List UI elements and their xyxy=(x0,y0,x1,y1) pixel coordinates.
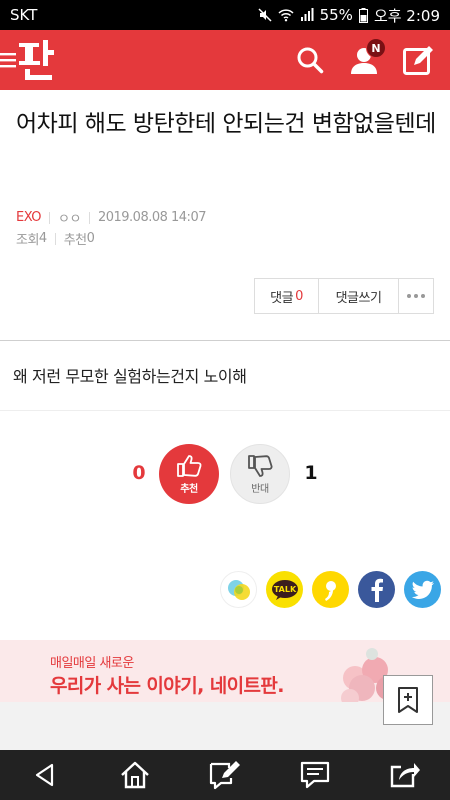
back-button[interactable] xyxy=(20,750,70,800)
downvote-count: 1 xyxy=(304,462,318,484)
recommend-label: 추천 xyxy=(63,233,87,248)
edit-icon xyxy=(209,761,240,790)
content-divider xyxy=(0,410,450,411)
battery-icon xyxy=(358,7,368,23)
top-app-bar: N xyxy=(0,30,450,90)
banner-title: 우리가 사는 이야기, 네이트판. xyxy=(50,675,284,697)
meta-separator xyxy=(88,211,90,224)
comments-button[interactable]: 댓글 0 xyxy=(255,279,319,313)
upvote-label: 추천 xyxy=(180,483,198,495)
recommend-count: 0 xyxy=(86,231,95,246)
write-comment-button[interactable]: 댓글쓰기 xyxy=(319,279,399,313)
facebook-icon xyxy=(371,578,383,602)
home-logo[interactable] xyxy=(0,30,58,90)
comments-label: 댓글 xyxy=(270,290,294,306)
kakaotalk-label: TALK xyxy=(273,585,296,594)
clock: 오후 2:09 xyxy=(373,6,440,25)
share-kakaotalk-button[interactable]: TALK xyxy=(266,571,303,608)
write-button[interactable] xyxy=(400,42,436,78)
mute-icon xyxy=(258,8,272,22)
home-icon xyxy=(121,761,149,789)
post-meta: EXO ㅇㅇ 2019.08.08 14:07 xyxy=(16,208,206,227)
home-button[interactable] xyxy=(110,750,160,800)
carrier: SKT xyxy=(10,6,38,24)
views-count: 4 xyxy=(38,231,47,246)
post-date: 2019.08.08 14:07 xyxy=(97,210,207,225)
top-actions: N xyxy=(292,38,442,78)
share-icon xyxy=(390,763,420,788)
bookmark-button[interactable] xyxy=(383,675,433,725)
views-label: 조회 xyxy=(16,233,39,248)
share-buttons: TALK xyxy=(220,571,441,608)
status-indicators: 55% 오후 2:09 xyxy=(258,5,440,26)
menu-icon[interactable] xyxy=(0,50,16,70)
bookmark-add-icon xyxy=(398,687,418,713)
downvote-label: 반대 xyxy=(251,483,269,495)
meta-separator xyxy=(49,211,51,224)
bottom-nav xyxy=(0,750,450,800)
post-stats: 조회 4 추천 0 xyxy=(16,229,95,248)
downvote-button[interactable]: 반대 xyxy=(230,444,290,504)
search-button[interactable] xyxy=(292,42,328,78)
content-divider xyxy=(0,340,450,341)
upvote-count: 0 xyxy=(132,462,146,484)
share-facebook-button[interactable] xyxy=(358,571,395,608)
share-twitter-button[interactable] xyxy=(404,571,441,608)
kakaotalk-icon: TALK xyxy=(271,579,298,600)
comments-nav-button[interactable] xyxy=(290,750,340,800)
comment-icon xyxy=(300,761,330,789)
twitter-icon xyxy=(411,580,434,599)
banner-subtitle: 매일매일 새로운 xyxy=(50,656,134,671)
wifi-icon xyxy=(278,9,294,22)
kakaostory-icon xyxy=(324,580,336,601)
thumbs-up-icon xyxy=(177,454,202,477)
category-link[interactable]: EXO xyxy=(16,210,42,225)
write-icon xyxy=(403,46,433,75)
comment-toolbar: 댓글 0 댓글쓰기 xyxy=(254,278,434,314)
post-title: 어차피 해도 방탄한테 안되는건 변함없을텐데 xyxy=(16,111,436,137)
nav-write-button[interactable] xyxy=(200,750,250,800)
signal-icon xyxy=(300,8,314,21)
notification-badge: N xyxy=(366,38,386,58)
comments-count: 0 xyxy=(295,288,303,304)
upvote-button[interactable]: 추천 xyxy=(159,444,219,504)
author-name: ㅇㅇ xyxy=(58,212,81,227)
my-page-button[interactable]: N xyxy=(346,38,386,78)
search-icon xyxy=(297,47,324,74)
thumbs-down-icon xyxy=(248,454,273,477)
battery-percent: 55% xyxy=(319,6,353,24)
back-icon xyxy=(35,763,54,787)
more-dots-icon xyxy=(407,294,425,298)
share-nav-button[interactable] xyxy=(380,750,430,800)
more-options-button[interactable] xyxy=(399,279,433,313)
status-bar: SKT 55% 오후 2:09 xyxy=(0,0,450,30)
share-kakaostory-button[interactable] xyxy=(312,571,349,608)
nateon-icon xyxy=(227,579,250,600)
pann-logo-icon xyxy=(19,40,54,80)
share-nateon-button[interactable] xyxy=(220,571,257,608)
meta-separator xyxy=(54,232,56,245)
post-body: 왜 저런 무모한 실험하는건지 노이해 xyxy=(13,367,247,386)
